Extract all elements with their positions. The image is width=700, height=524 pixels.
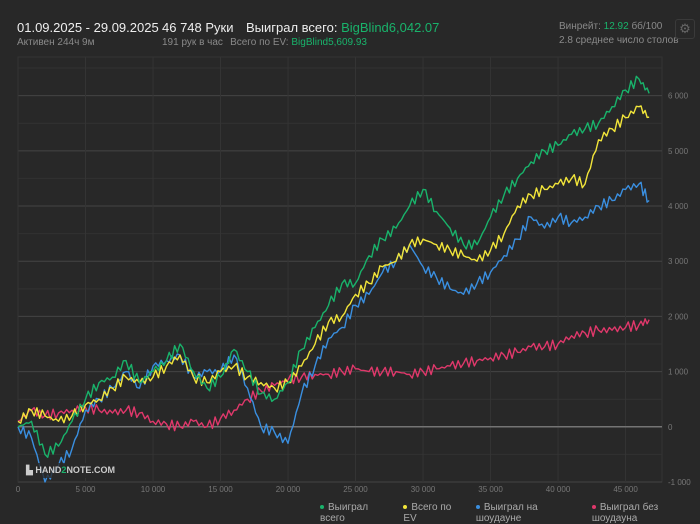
x-tick-label: 5 000: [75, 485, 96, 494]
legend-dot-nsd: [591, 505, 596, 510]
series-line-won: [17, 75, 650, 458]
x-tick-label: 15 000: [208, 485, 233, 494]
series-line-ev: [17, 105, 650, 424]
legend-dot-won: [320, 505, 324, 510]
plot-frame: [17, 56, 663, 483]
y-tick-label: 1 000: [668, 368, 689, 377]
y-tick-label: 3 000: [668, 257, 689, 266]
legend-sd[interactable]: Выиграл на шоудауне: [475, 502, 580, 524]
y-tick-label: -1 000: [668, 478, 691, 487]
chart-legend: Выиграл всего Всего по EV Выиграл на шоу…: [320, 502, 700, 524]
y-tick-label: 2 000: [668, 312, 689, 321]
x-tick-label: 10 000: [141, 485, 166, 494]
series-line-sd: [17, 181, 650, 483]
x-tick-label: 25 000: [343, 485, 368, 494]
y-tick-label: 4 000: [668, 202, 689, 211]
x-tick-label: 40 000: [546, 485, 571, 494]
bankroll-chart: 0 5 000 10 000 15 000 20 000 25 000 30 000 35 0…: [16, 56, 691, 494]
y-tick-label: 0: [668, 423, 673, 432]
x-tick-label: 35 000: [478, 485, 503, 494]
x-tick-label: 0: [16, 485, 21, 494]
legend-dot-sd: [475, 505, 480, 510]
x-tick-label: 20 000: [276, 485, 301, 494]
legend-nsd[interactable]: Выиграл без шоудауна: [591, 502, 700, 524]
legend-dot-ev: [403, 505, 408, 510]
x-tick-label: 30 000: [411, 485, 436, 494]
legend-ev[interactable]: Всего по EV: [403, 502, 463, 524]
series-line-nsd: [17, 318, 650, 432]
y-tick-label: 6 000: [668, 92, 689, 101]
hand2note-logo: ▙ HAND2NOTE.COM: [22, 463, 119, 478]
legend-won[interactable]: Выиграл всего: [320, 502, 391, 524]
x-tick-label: 45 000: [613, 485, 638, 494]
y-tick-label: 5 000: [668, 147, 689, 156]
